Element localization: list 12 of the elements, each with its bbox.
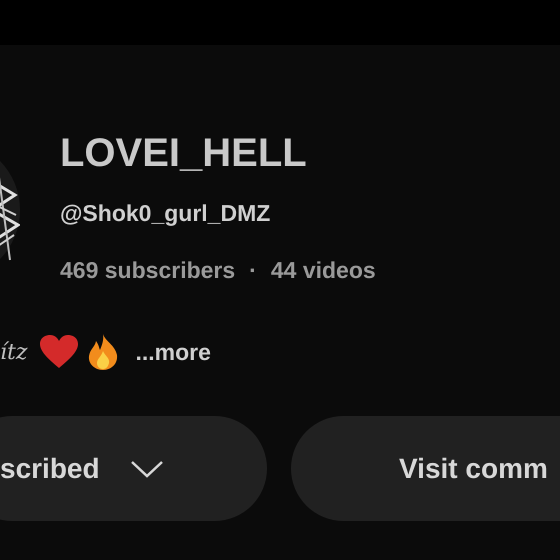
- fire-icon: [87, 333, 120, 371]
- heart-icon: [39, 334, 80, 370]
- chevron-down-icon: [130, 458, 164, 478]
- subscribed-button[interactable]: scribed: [0, 416, 267, 521]
- description-text: ítz: [0, 338, 28, 366]
- video-count: 44 videos: [270, 256, 376, 285]
- channel-handle: @Shok0_gurl_DMZ: [60, 199, 272, 228]
- separator: ·: [249, 256, 257, 285]
- channel-name: LOVEI_HELL: [60, 130, 308, 177]
- more-link[interactable]: ...more: [135, 334, 211, 370]
- visit-community-button[interactable]: Visit comm: [291, 416, 560, 521]
- subscriber-count: 469 subscribers: [60, 256, 236, 285]
